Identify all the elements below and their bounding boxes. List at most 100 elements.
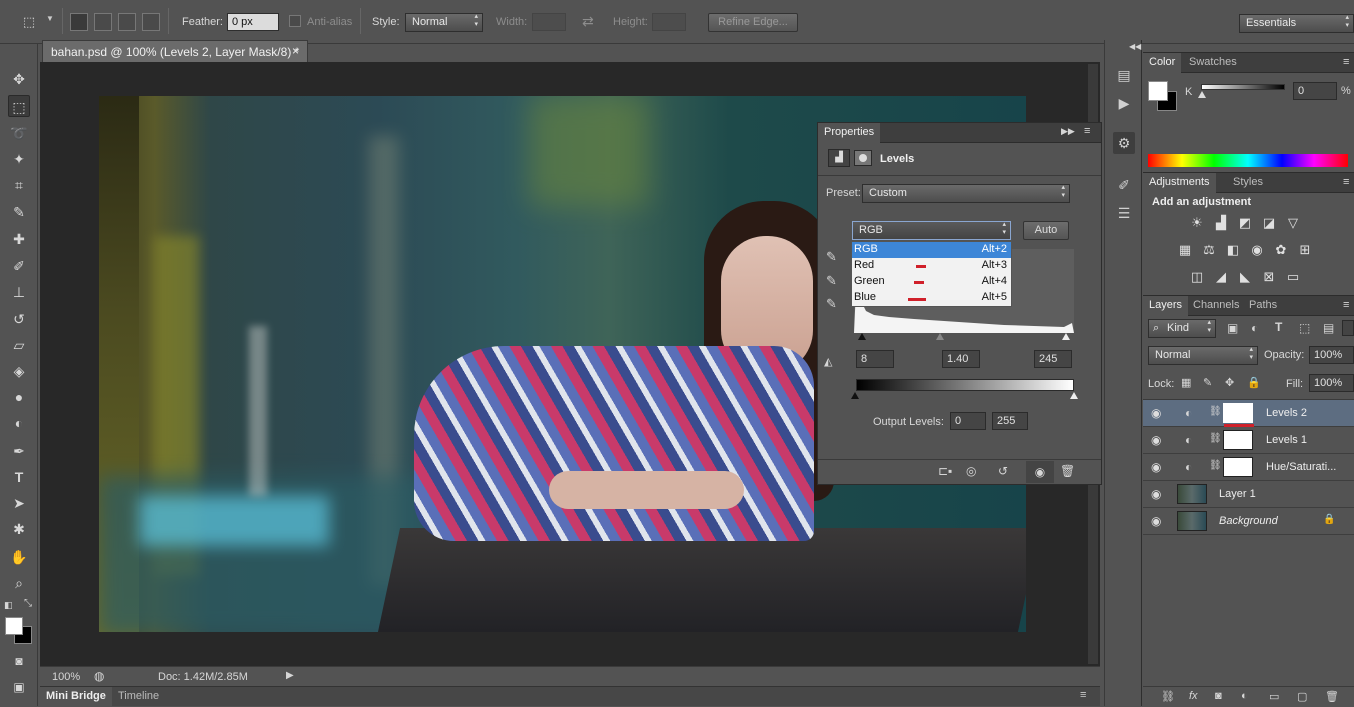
layer-row-layer-1[interactable]: ◉ Layer 1	[1143, 481, 1354, 508]
layer-mask-thumbnail[interactable]	[1223, 430, 1253, 450]
layer-row-levels-1[interactable]: ◉ ◐ ⛓ Levels 1	[1143, 427, 1354, 454]
color-spectrum-ramp[interactable]	[1148, 154, 1348, 167]
chain-link-icon[interactable]: ⛓	[1209, 406, 1222, 417]
layer-row-levels-2[interactable]: ◉ ◐ ⛓ Levels 2	[1143, 400, 1354, 427]
color-lookup-icon[interactable]: ⊞	[1297, 242, 1313, 258]
width-input[interactable]	[532, 13, 566, 31]
filter-type-icon[interactable]: T	[1275, 320, 1282, 334]
blend-mode-select[interactable]: Normal	[1148, 346, 1258, 365]
swap-arrows-icon[interactable]: ⇄	[582, 13, 594, 30]
history-panel-icon[interactable]: ▤	[1113, 64, 1135, 86]
panel-menu-icon[interactable]: ≡	[1084, 125, 1090, 137]
close-tab-icon[interactable]: ×	[292, 44, 299, 58]
gradient-map-icon[interactable]: ▭	[1285, 269, 1301, 285]
tab-color[interactable]: Color	[1143, 53, 1182, 73]
subtract-from-selection-icon[interactable]	[118, 13, 136, 31]
k-value-field[interactable]: 0	[1293, 82, 1337, 100]
layer-thumbnail[interactable]	[1177, 484, 1207, 504]
tool-presets-icon[interactable]: ☰	[1113, 202, 1135, 224]
panel-menu-icon[interactable]: ≡	[1080, 689, 1086, 701]
input-white-slider[interactable]	[1062, 333, 1070, 340]
document-tab[interactable]: bahan.psd @ 100% (Levels 2, Layer Mask/8…	[42, 40, 308, 62]
visibility-eye-icon[interactable]: ◉	[1026, 461, 1054, 483]
custom-shape-icon[interactable]: ✱	[8, 518, 30, 540]
tab-layers[interactable]: Layers	[1143, 296, 1189, 316]
levels-histogram-icon[interactable]: ▟	[828, 149, 850, 167]
opacity-field[interactable]: 100%	[1309, 346, 1354, 364]
eye-icon[interactable]: ◉	[1151, 433, 1161, 447]
channel-option-green[interactable]: Green Alt+4	[852, 274, 1011, 290]
filter-shape-icon[interactable]: ⬚	[1299, 321, 1310, 335]
black-white-icon[interactable]: ◧	[1225, 242, 1241, 258]
path-selection-icon[interactable]: ➤	[8, 492, 30, 514]
input-black-slider[interactable]	[858, 333, 866, 340]
channel-mixer-icon[interactable]: ✿	[1273, 242, 1289, 258]
panel-menu-icon[interactable]: ≡	[1343, 56, 1349, 68]
tab-adjustments[interactable]: Adjustments	[1143, 173, 1216, 193]
lasso-tool-icon[interactable]: ➰	[8, 122, 30, 144]
new-adjustment-icon[interactable]: ◐	[1241, 690, 1248, 702]
fill-field[interactable]: 100%	[1309, 374, 1354, 392]
pen-tool-icon[interactable]: ✒	[8, 440, 30, 462]
k-slider-track[interactable]	[1201, 84, 1285, 90]
hand-tool-icon[interactable]: ✋	[8, 546, 30, 568]
healing-brush-icon[interactable]: ✚	[8, 228, 30, 250]
channel-option-red[interactable]: Red Alt+3	[852, 258, 1011, 274]
height-input[interactable]	[652, 13, 686, 31]
style-select[interactable]: Normal	[405, 13, 483, 32]
posterize-icon[interactable]: ◢	[1213, 269, 1229, 285]
layer-mask-thumbnail[interactable]	[1223, 457, 1253, 477]
collapse-dock-icon[interactable]: ◀◀	[1129, 42, 1141, 51]
white-point-eyedropper-icon[interactable]: ✎	[826, 296, 837, 312]
tab-mini-bridge[interactable]: Mini Bridge	[40, 687, 112, 706]
hue-saturation-icon[interactable]: ▦	[1177, 242, 1193, 258]
history-brush-icon[interactable]: ↺	[8, 308, 30, 330]
layer-row-background[interactable]: ◉ Background 🔒	[1143, 508, 1354, 535]
eye-icon[interactable]: ◉	[1151, 406, 1161, 420]
layer-row-hue-saturation[interactable]: ◉ ◐ ⛓ Hue/Saturati...	[1143, 454, 1354, 481]
view-previous-icon[interactable]: ◎	[966, 464, 976, 478]
brush-panel-icon[interactable]: ✐	[1113, 174, 1135, 196]
eye-icon[interactable]: ◉	[1151, 514, 1161, 528]
filter-smart-object-icon[interactable]: ▤	[1323, 321, 1334, 335]
output-black-field[interactable]: 0	[950, 412, 986, 430]
foreground-color-swatch[interactable]	[5, 617, 23, 635]
delete-adjustment-icon[interactable]: 🗑	[1060, 464, 1075, 478]
eye-icon[interactable]: ◉	[1151, 460, 1161, 474]
clip-to-layer-icon[interactable]: ⊏▪	[938, 464, 952, 478]
refine-edge-button[interactable]: Refine Edge...	[708, 13, 798, 32]
brush-tool-icon[interactable]: ✐	[8, 255, 30, 277]
output-black-slider[interactable]	[851, 392, 859, 399]
panel-menu-icon[interactable]: ≡	[1343, 176, 1349, 188]
layer-mask-icon[interactable]	[854, 150, 872, 166]
new-selection-icon[interactable]	[70, 13, 88, 31]
delete-layer-icon[interactable]: 🗑	[1325, 690, 1339, 703]
input-gamma-field[interactable]: 1.40	[942, 350, 980, 368]
selective-color-icon[interactable]: ⊠	[1261, 269, 1277, 285]
auto-button[interactable]: Auto	[1023, 221, 1069, 240]
gray-point-eyedropper-icon[interactable]: ✎	[826, 273, 837, 289]
magic-wand-icon[interactable]: ✦	[8, 148, 30, 170]
brightness-contrast-icon[interactable]: ☀	[1189, 215, 1205, 231]
vibrance-icon[interactable]: ▽	[1285, 215, 1301, 231]
black-point-eyedropper-icon[interactable]: ✎	[826, 249, 837, 265]
tab-swatches[interactable]: Swatches	[1183, 53, 1243, 73]
output-white-field[interactable]: 255	[992, 412, 1028, 430]
intersect-selection-icon[interactable]	[142, 13, 160, 31]
preset-select[interactable]: Custom	[862, 184, 1070, 203]
new-layer-icon[interactable]: ▢	[1297, 690, 1307, 703]
feather-input[interactable]: 0 px	[227, 13, 279, 31]
lock-pixels-icon[interactable]: ✎	[1203, 376, 1212, 389]
layer-style-fx-icon[interactable]: fx	[1189, 690, 1198, 702]
blur-tool-icon[interactable]: ●	[8, 386, 30, 408]
default-colors-icon[interactable]: ◧	[4, 600, 13, 611]
eraser-icon[interactable]: ▱	[8, 334, 30, 356]
lock-all-icon[interactable]: 🔒	[1247, 376, 1261, 389]
reset-icon[interactable]: ↺	[998, 464, 1008, 478]
input-gamma-slider[interactable]	[936, 333, 944, 340]
exposure-icon[interactable]: ◪	[1261, 215, 1277, 231]
actions-panel-icon[interactable]: ▶	[1113, 92, 1135, 114]
invert-icon[interactable]: ◫	[1189, 269, 1205, 285]
anti-alias-checkbox[interactable]	[289, 15, 301, 27]
color-balance-icon[interactable]: ⚖	[1201, 242, 1217, 258]
